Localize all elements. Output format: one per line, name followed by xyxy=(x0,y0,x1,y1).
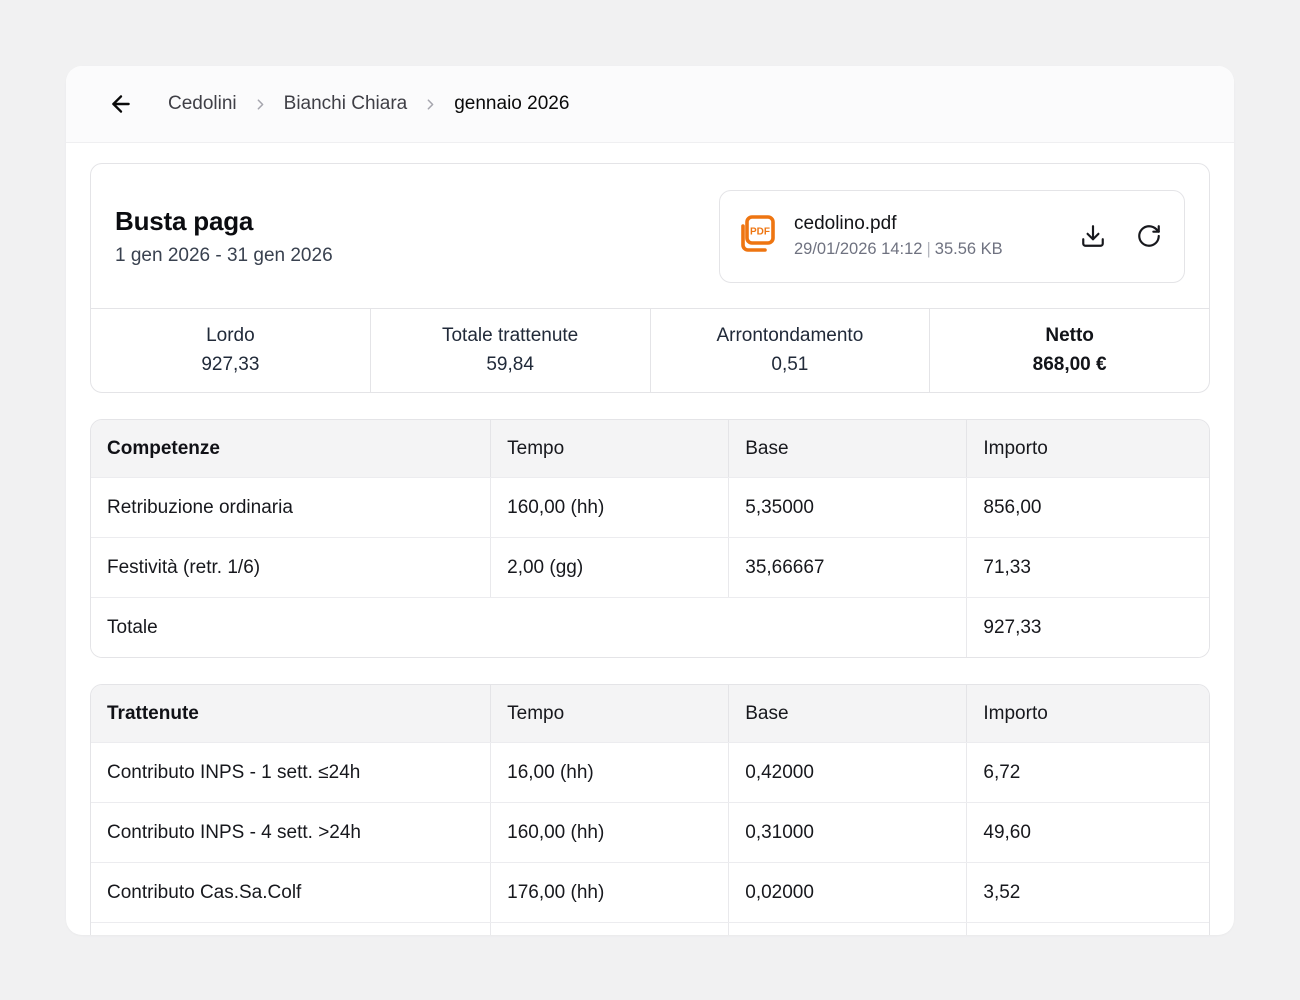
row-importo xyxy=(966,923,1209,935)
earnings-table-header: Competenze Tempo Base Importo xyxy=(91,420,1209,477)
earnings-table: Competenze Tempo Base Importo Retribuzio… xyxy=(90,419,1210,658)
pdf-file-icon: PDF xyxy=(736,213,778,259)
table-row: Contributo INPS - 4 sett. >24h 160,00 (h… xyxy=(91,802,1209,862)
table-row: Festività (retr. 1/6) 2,00 (gg) 35,66667… xyxy=(91,537,1209,597)
summary-strip: Lordo 927,33 Totale trattenute 59,84 Arr… xyxy=(91,308,1209,392)
refresh-button[interactable] xyxy=(1132,219,1166,253)
summary-label: Netto xyxy=(1045,325,1094,347)
row-base: 0,42000 xyxy=(728,743,966,802)
deductions-table-body: Contributo INPS - 1 sett. ≤24h 16,00 (hh… xyxy=(91,742,1209,935)
breadcrumb-item-cedolini[interactable]: Cedolini xyxy=(168,93,237,115)
row-label: Festività (retr. 1/6) xyxy=(91,538,490,597)
summary-value: 868,00 € xyxy=(1033,354,1107,376)
row-label: Contributo INPS - 1 sett. ≤24h xyxy=(91,743,490,802)
breadcrumb-bar: Cedolini Bianchi Chiara gennaio 2026 xyxy=(66,66,1234,143)
row-importo: 856,00 xyxy=(966,478,1209,537)
column-header: Tempo xyxy=(490,685,728,742)
page-title: Busta paga xyxy=(115,206,333,237)
table-row-partial xyxy=(91,922,1209,935)
page-content: Busta paga 1 gen 2026 - 31 gen 2026 PDF … xyxy=(66,143,1234,935)
payslip-header: Busta paga 1 gen 2026 - 31 gen 2026 PDF … xyxy=(91,164,1209,308)
arrow-left-icon xyxy=(108,91,134,117)
payslip-period: 1 gen 2026 - 31 gen 2026 xyxy=(115,245,333,267)
payslip-header-panel: Busta paga 1 gen 2026 - 31 gen 2026 PDF … xyxy=(90,163,1210,393)
breadcrumb-item-employee[interactable]: Bianchi Chiara xyxy=(284,93,408,115)
download-button[interactable] xyxy=(1076,219,1110,253)
row-importo: 71,33 xyxy=(966,538,1209,597)
total-importo: 927,33 xyxy=(966,598,1209,657)
total-label: Totale xyxy=(91,598,966,657)
chevron-right-icon xyxy=(422,96,439,113)
meta-separator: | xyxy=(926,240,930,258)
svg-text:PDF: PDF xyxy=(750,227,770,238)
table-total-row: Totale 927,33 xyxy=(91,597,1209,657)
summary-lordo: Lordo 927,33 xyxy=(91,309,370,392)
refresh-icon xyxy=(1136,223,1162,249)
back-button[interactable] xyxy=(106,89,136,119)
file-name: cedolino.pdf xyxy=(794,213,1076,235)
row-tempo: 176,00 (hh) xyxy=(490,863,728,922)
row-base: 0,02000 xyxy=(728,863,966,922)
row-tempo: 16,00 (hh) xyxy=(490,743,728,802)
download-icon xyxy=(1080,223,1106,249)
file-size: 35.56 KB xyxy=(935,240,1003,258)
column-header: Tempo xyxy=(490,420,728,477)
row-importo: 3,52 xyxy=(966,863,1209,922)
payslip-title-block: Busta paga 1 gen 2026 - 31 gen 2026 xyxy=(115,206,333,267)
breadcrumb-item-period: gennaio 2026 xyxy=(454,93,569,115)
summary-label: Totale trattenute xyxy=(442,325,578,347)
summary-value: 927,33 xyxy=(201,354,259,376)
column-header: Base xyxy=(728,420,966,477)
column-header: Importo xyxy=(966,420,1209,477)
column-header: Base xyxy=(728,685,966,742)
row-tempo: 160,00 (hh) xyxy=(490,478,728,537)
deductions-table-header: Trattenute Tempo Base Importo xyxy=(91,685,1209,742)
file-info: cedolino.pdf 29/01/2026 14:12| 35.56 KB xyxy=(794,213,1076,259)
row-base: 5,35000 xyxy=(728,478,966,537)
row-importo: 49,60 xyxy=(966,803,1209,862)
row-label: Contributo INPS - 4 sett. >24h xyxy=(91,803,490,862)
file-timestamp: 29/01/2026 14:12 xyxy=(794,240,922,258)
row-importo: 6,72 xyxy=(966,743,1209,802)
file-meta: 29/01/2026 14:12| 35.56 KB xyxy=(794,240,1076,259)
summary-value: 0,51 xyxy=(771,354,808,376)
row-base: 35,66667 xyxy=(728,538,966,597)
deductions-table: Trattenute Tempo Base Importo Contributo… xyxy=(90,684,1210,935)
table-row: Contributo Cas.Sa.Colf 176,00 (hh) 0,020… xyxy=(91,862,1209,922)
column-header: Importo xyxy=(966,685,1209,742)
row-label xyxy=(91,923,490,935)
payslip-page-card: Cedolini Bianchi Chiara gennaio 2026 Bus… xyxy=(66,66,1234,935)
column-header: Competenze xyxy=(91,420,490,477)
summary-label: Arrontondamento xyxy=(716,325,863,347)
table-row: Retribuzione ordinaria 160,00 (hh) 5,350… xyxy=(91,477,1209,537)
table-row: Contributo INPS - 1 sett. ≤24h 16,00 (hh… xyxy=(91,742,1209,802)
row-tempo: 160,00 (hh) xyxy=(490,803,728,862)
summary-netto: Netto 868,00 € xyxy=(929,309,1209,392)
row-base xyxy=(728,923,966,935)
column-header: Trattenute xyxy=(91,685,490,742)
row-tempo: 2,00 (gg) xyxy=(490,538,728,597)
row-tempo xyxy=(490,923,728,935)
row-base: 0,31000 xyxy=(728,803,966,862)
summary-totale-trattenute: Totale trattenute 59,84 xyxy=(370,309,650,392)
breadcrumb: Cedolini Bianchi Chiara gennaio 2026 xyxy=(168,93,569,115)
summary-value: 59,84 xyxy=(486,354,534,376)
earnings-table-body: Retribuzione ordinaria 160,00 (hh) 5,350… xyxy=(91,477,1209,657)
row-label: Retribuzione ordinaria xyxy=(91,478,490,537)
summary-arrotondamento: Arrontondamento 0,51 xyxy=(650,309,930,392)
chevron-right-icon xyxy=(252,96,269,113)
summary-label: Lordo xyxy=(206,325,255,347)
pdf-file-card: PDF cedolino.pdf 29/01/2026 14:12| 35.56 … xyxy=(719,190,1185,283)
row-label: Contributo Cas.Sa.Colf xyxy=(91,863,490,922)
